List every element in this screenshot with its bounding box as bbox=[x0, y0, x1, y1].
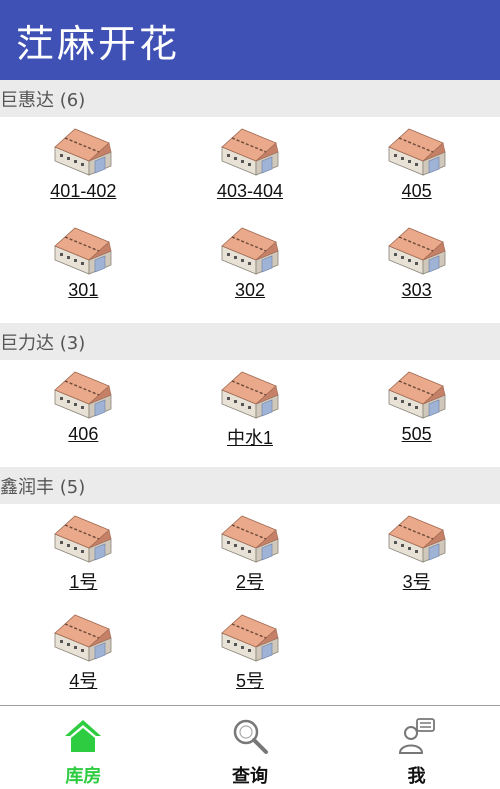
warehouse-label[interactable]: 505 bbox=[402, 424, 432, 445]
warehouse-item[interactable]: 505 bbox=[333, 368, 500, 467]
nav-label: 库房 bbox=[65, 766, 102, 787]
warehouse-item[interactable]: 303 bbox=[333, 224, 500, 323]
warehouse-label[interactable]: 406 bbox=[68, 424, 98, 445]
warehouse-label[interactable]: 中水1 bbox=[227, 424, 273, 450]
warehouse-building-icon bbox=[51, 611, 115, 665]
warehouse-item[interactable]: 405 bbox=[333, 125, 500, 224]
warehouse-label[interactable]: 401-402 bbox=[50, 181, 116, 202]
warehouse-building-icon bbox=[218, 125, 282, 179]
user-profile-icon bbox=[397, 716, 437, 756]
section-header: 巨惠达 (6) bbox=[0, 80, 500, 117]
warehouse-grid: 1号 2号 3号 4号 5号 bbox=[0, 504, 500, 705]
nav-label: 查询 bbox=[232, 766, 268, 787]
warehouse-building-icon bbox=[218, 368, 282, 422]
magnifier-search-icon bbox=[230, 716, 270, 756]
warehouse-list[interactable]: 巨惠达 (6) 401-402 403-404 405 301 302 303 … bbox=[0, 80, 500, 705]
nav-item-query[interactable]: 查询 bbox=[167, 706, 334, 789]
nav-item-warehouse[interactable]: 库房 bbox=[0, 706, 167, 789]
bottom-nav: 库房 查询 我 bbox=[0, 705, 500, 789]
warehouse-label[interactable]: 405 bbox=[402, 181, 432, 202]
warehouse-item[interactable]: 3号 bbox=[333, 512, 500, 611]
warehouse-building-icon bbox=[218, 224, 282, 278]
warehouse-label[interactable]: 1号 bbox=[69, 568, 97, 594]
warehouse-item[interactable]: 301 bbox=[0, 224, 167, 323]
warehouse-label[interactable]: 3号 bbox=[403, 568, 431, 594]
warehouse-item[interactable]: 302 bbox=[167, 224, 334, 323]
warehouse-label[interactable]: 302 bbox=[235, 280, 265, 301]
warehouse-item[interactable]: 中水1 bbox=[167, 368, 334, 467]
warehouse-building-icon bbox=[218, 512, 282, 566]
section-header: 鑫润丰 (5) bbox=[0, 467, 500, 504]
warehouse-label[interactable]: 403-404 bbox=[217, 181, 283, 202]
warehouse-building-icon bbox=[218, 611, 282, 665]
warehouse-item[interactable]: 1号 bbox=[0, 512, 167, 611]
warehouse-grid: 401-402 403-404 405 301 302 303 bbox=[0, 117, 500, 323]
warehouse-building-icon bbox=[51, 512, 115, 566]
warehouse-label[interactable]: 303 bbox=[402, 280, 432, 301]
warehouse-building-icon bbox=[51, 125, 115, 179]
warehouse-item[interactable]: 401-402 bbox=[0, 125, 167, 224]
nav-label: 我 bbox=[407, 766, 426, 787]
warehouse-building-icon bbox=[51, 224, 115, 278]
warehouse-building-icon bbox=[385, 368, 449, 422]
warehouse-home-icon bbox=[63, 716, 103, 756]
app-title: 茳麻开花 bbox=[16, 21, 181, 66]
warehouse-item[interactable]: 406 bbox=[0, 368, 167, 467]
warehouse-building-icon bbox=[51, 368, 115, 422]
warehouse-building-icon bbox=[385, 224, 449, 278]
section-header: 巨力达 (3) bbox=[0, 323, 500, 360]
warehouse-item[interactable]: 2号 bbox=[167, 512, 334, 611]
warehouse-item[interactable]: 4号 bbox=[0, 611, 167, 705]
warehouse-item[interactable]: 403-404 bbox=[167, 125, 334, 224]
warehouse-label[interactable]: 301 bbox=[68, 280, 98, 301]
warehouse-item[interactable]: 5号 bbox=[167, 611, 334, 705]
warehouse-label[interactable]: 4号 bbox=[69, 667, 97, 693]
warehouse-grid: 406 中水1 505 bbox=[0, 360, 500, 467]
app-bar: 茳麻开花 bbox=[0, 0, 500, 80]
nav-item-me[interactable]: 我 bbox=[333, 706, 500, 789]
warehouse-label[interactable]: 2号 bbox=[236, 568, 264, 594]
warehouse-label[interactable]: 5号 bbox=[236, 667, 264, 693]
warehouse-building-icon bbox=[385, 125, 449, 179]
warehouse-building-icon bbox=[385, 512, 449, 566]
